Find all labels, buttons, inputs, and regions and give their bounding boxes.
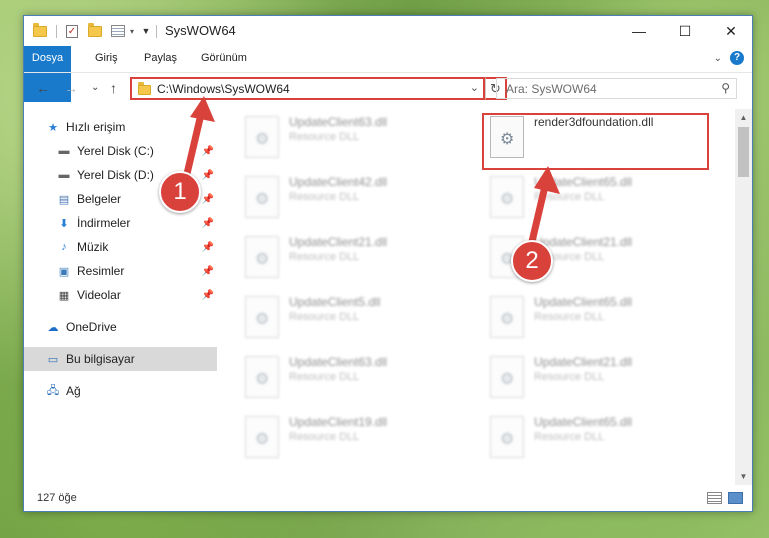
callout-badge-1: 1	[159, 171, 201, 213]
callout-arrows	[182, 96, 560, 254]
arrow-1	[182, 96, 215, 182]
callout-badge-2: 2	[511, 240, 553, 282]
arrow-2	[526, 166, 560, 254]
